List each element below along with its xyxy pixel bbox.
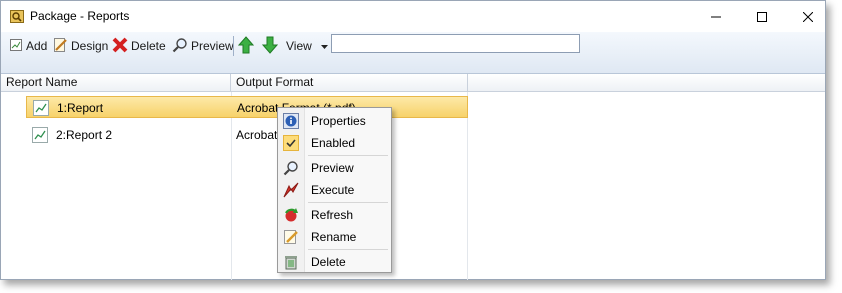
trash-icon (283, 254, 299, 270)
refresh-icon (283, 207, 299, 223)
search-input[interactable] (331, 34, 580, 53)
check-icon (283, 135, 299, 151)
menu-item-preview[interactable]: Preview (279, 158, 390, 178)
report-name: 2:Report 2 (56, 128, 113, 142)
design-pencil-icon (52, 37, 68, 56)
report-chart-icon (32, 127, 48, 143)
move-up-button[interactable] (237, 35, 257, 57)
column-header-output-format[interactable]: Output Format (231, 74, 468, 91)
package-icon (10, 9, 24, 23)
minimize-button[interactable] (693, 1, 739, 32)
menu-item-execute[interactable]: Execute (279, 180, 390, 200)
column-divider (467, 92, 468, 280)
column-divider (231, 92, 232, 280)
menu-separator (308, 155, 388, 156)
menu-item-enabled[interactable]: Enabled (279, 133, 390, 153)
report-row[interactable]: 2:Report 2 Acrobat Format (*.pdf) (26, 124, 468, 146)
close-icon (803, 11, 813, 22)
info-icon (283, 113, 299, 129)
menu-item-delete[interactable]: Delete (279, 252, 390, 272)
delete-x-icon (112, 37, 128, 56)
report-chart-icon (33, 100, 49, 116)
grid-header: Report Name Output Format (1, 74, 825, 92)
minimize-icon (711, 16, 721, 17)
report-row-selected[interactable]: 1:Report Acrobat Format (*.pdf) (26, 96, 468, 118)
green-down-arrow-icon (261, 36, 279, 57)
close-button[interactable] (785, 1, 831, 32)
window-title: Package - Reports (30, 9, 130, 23)
preview-button[interactable]: Preview (172, 36, 234, 56)
title-bar: Package - Reports (1, 1, 825, 32)
design-button[interactable]: Design (52, 36, 108, 56)
magnifier-icon (283, 160, 299, 176)
column-header-report-name[interactable]: Report Name (1, 74, 231, 91)
delete-button[interactable]: Delete (112, 36, 166, 56)
view-dropdown[interactable]: View (286, 36, 328, 56)
add-report-icon (9, 38, 23, 55)
magnifier-icon (172, 37, 188, 56)
toolbar: Add Design Delete Preview View (1, 32, 825, 74)
menu-item-rename[interactable]: Rename (279, 227, 390, 247)
execute-arrow-icon (283, 182, 299, 198)
menu-separator (308, 249, 388, 250)
reports-window: Package - Reports Add Design Delete Prev… (0, 0, 826, 280)
menu-separator (308, 202, 388, 203)
add-button[interactable]: Add (9, 36, 47, 56)
report-name: 1:Report (57, 101, 104, 115)
context-menu: Properties Enabled Preview Execute Refre… (277, 107, 392, 273)
menu-item-properties[interactable]: Properties (279, 111, 390, 131)
rename-pencil-icon (283, 229, 299, 245)
green-up-arrow-icon (237, 35, 255, 57)
maximize-icon (757, 11, 767, 22)
move-down-button[interactable] (261, 36, 281, 57)
menu-item-refresh[interactable]: Refresh (279, 205, 390, 225)
dropdown-caret-icon (320, 39, 328, 53)
maximize-button[interactable] (739, 1, 785, 32)
toolbar-separator (233, 36, 234, 56)
